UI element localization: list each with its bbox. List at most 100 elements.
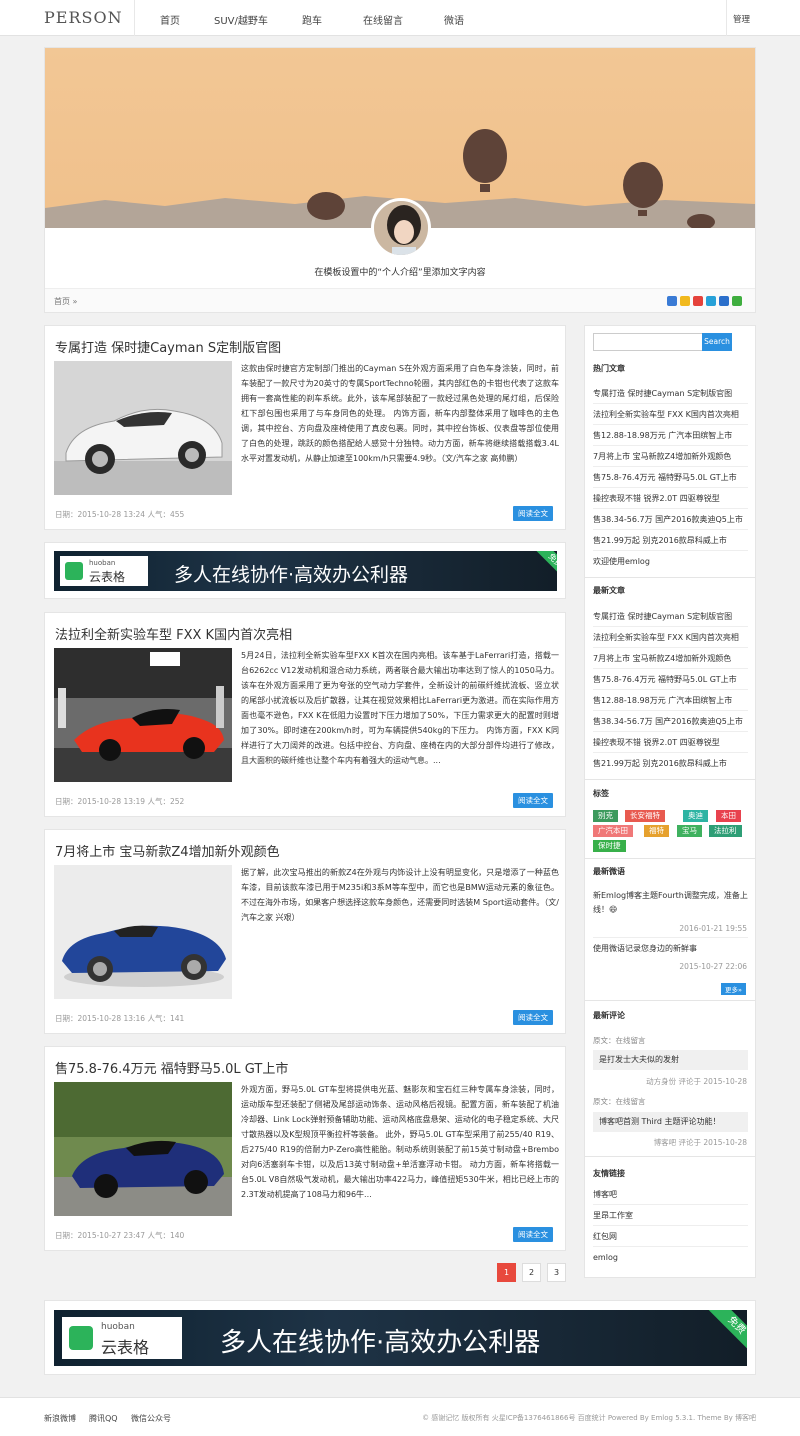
list-item[interactable]: 博客吧	[593, 1184, 748, 1205]
avatar[interactable]	[371, 198, 431, 258]
ad-banner[interactable]: huoban 云表格 多人在线协作·高效办公利器 免费	[44, 542, 566, 599]
comment-source[interactable]: 原文：在线留言	[593, 1096, 646, 1107]
page-3-button[interactable]: 3	[547, 1263, 566, 1282]
nav-suv[interactable]: SUV/越野车	[214, 12, 268, 27]
share-plus-icon[interactable]	[667, 296, 677, 306]
tag[interactable]: 法拉利	[709, 825, 742, 837]
post-thumbnail[interactable]	[54, 1082, 232, 1216]
tag[interactable]: 奥迪	[683, 810, 708, 822]
site-logo[interactable]: PERSON	[44, 8, 123, 27]
list-item[interactable]: 专属打造 保时捷Cayman S定制版官图	[593, 383, 748, 404]
comment-source[interactable]: 原文：在线留言	[593, 1035, 646, 1046]
list-item[interactable]: 7月将上市 宝马新款Z4增加新外观颜色	[593, 446, 748, 467]
list-item[interactable]: 售38.34-56.7万 国产2016款奥迪Q5上市	[593, 711, 748, 732]
share-weibo-icon[interactable]	[693, 296, 703, 306]
post-excerpt: 据了解，此次宝马推出的新款Z4在外观与内饰设计上没有明显变化，只是增添了一种蓝色…	[241, 868, 559, 922]
post-title[interactable]: 专属打造 保时捷Cayman S定制版官图	[55, 337, 281, 356]
post-title[interactable]: 法拉利全新实验车型 FXX K国内首次亮相	[55, 624, 292, 643]
nav-divider	[726, 0, 727, 36]
footer-link-wechat[interactable]: 微信公众号	[131, 1413, 171, 1424]
list-item[interactable]: 售12.88-18.98万元 广汽本田缤智上市	[593, 690, 748, 711]
post-excerpt: 外观方面，野马5.0L GT车型将提供电光蓝、魅影灰和宝石红三种专属车身涂装，同…	[241, 1085, 559, 1199]
nav-divider	[134, 0, 135, 36]
nav-home[interactable]: 首页	[160, 12, 180, 27]
post-card: 法拉利全新实验车型 FXX K国内首次亮相 5月24日，法拉利全新实验车型FXX…	[44, 612, 566, 817]
list-item[interactable]: 售75.8-76.4万元 福特野马5.0L GT上市	[593, 467, 748, 488]
read-more-button[interactable]: 阅读全文	[513, 506, 553, 521]
twitter-item-text: 新Emlog博客主题Fourth调整完成，准备上线！😄	[593, 891, 748, 914]
tag[interactable]: 广汽本田	[593, 825, 633, 837]
read-more-button[interactable]: 阅读全文	[513, 1227, 553, 1242]
twitter-item-time: 2015-10-27 22:06	[679, 962, 747, 971]
tag[interactable]: 福特	[644, 825, 669, 837]
more-button[interactable]: 更多»	[721, 983, 746, 995]
list-item[interactable]: 售21.99万起 别克2016款昂科威上市	[593, 753, 748, 774]
tag[interactable]: 宝马	[677, 825, 702, 837]
nav-sportscar[interactable]: 跑车	[302, 12, 322, 27]
share-qzone-icon[interactable]	[706, 296, 716, 306]
post-meta: 日期：2015-10-28 13:24 人气：455	[55, 510, 185, 519]
footer-link-qq[interactable]: 腾讯QQ	[89, 1413, 118, 1424]
page-2-button[interactable]: 2	[522, 1263, 541, 1282]
post-thumbnail[interactable]	[54, 648, 232, 782]
cloud-icon	[65, 562, 83, 580]
post-thumbnail[interactable]	[54, 865, 232, 999]
ad-brand-en: huoban	[101, 1322, 135, 1332]
list-item[interactable]: 售38.34-56.7万 国产2016款奥迪Q5上市	[593, 509, 748, 530]
tag[interactable]: 长安福特	[625, 810, 665, 822]
share-star-icon[interactable]	[680, 296, 690, 306]
list-item[interactable]: 法拉利全新实验车型 FXX K国内首次亮相	[593, 627, 748, 648]
post-meta: 日期：2015-10-28 13:19 人气：252	[55, 797, 185, 806]
tag[interactable]: 本田	[716, 810, 741, 822]
comment-meta: 博客吧 评论于 2015-10-28	[653, 1138, 747, 1147]
post-excerpt: 5月24日，法拉利全新实验车型FXX K首次在国内亮相。该车基于LaFerrar…	[241, 651, 559, 765]
list-item[interactable]: 专属打造 保时捷Cayman S定制版官图	[593, 606, 748, 627]
list-item[interactable]: 红包网	[593, 1226, 748, 1247]
list-item[interactable]: 法拉利全新实验车型 FXX K国内首次亮相	[593, 404, 748, 425]
list-item[interactable]: 7月将上市 宝马新款Z4增加新外观颜色	[593, 648, 748, 669]
post-title[interactable]: 售75.8-76.4万元 福特野马5.0L GT上市	[55, 1058, 288, 1077]
admin-link[interactable]: 管理	[733, 13, 750, 25]
ad-image: huoban 云表格 多人在线协作·高效办公利器 免费	[54, 551, 557, 591]
post-meta: 日期：2015-10-28 13:16 人气：141	[55, 1014, 185, 1023]
share-tencent-icon[interactable]	[719, 296, 729, 306]
links-heading: 友情链接	[593, 1169, 625, 1178]
nav-guestbook[interactable]: 在线留言	[363, 12, 403, 27]
list-item[interactable]: 操控表现不错 锐界2.0T 四驱尊锐型	[593, 488, 748, 509]
nav-twitter[interactable]: 微语	[444, 12, 464, 27]
tags-heading: 标签	[593, 789, 609, 798]
read-more-button[interactable]: 阅读全文	[513, 793, 553, 808]
ad-logo: huoban 云表格	[62, 1317, 182, 1359]
cloud-icon	[69, 1326, 93, 1350]
share-wechat-icon[interactable]	[732, 296, 742, 306]
post-excerpt: 这款由保时捷官方定制部门推出的Cayman S在外观方面采用了白色车身涂装，同时…	[241, 364, 559, 463]
list-item[interactable]: emlog	[593, 1247, 748, 1268]
list-item[interactable]: 售75.8-76.4万元 福特野马5.0L GT上市	[593, 669, 748, 690]
list-item[interactable]: 里昂工作室	[593, 1205, 748, 1226]
list-item[interactable]: 售12.88-18.98万元 广汽本田缤智上市	[593, 425, 748, 446]
read-more-button[interactable]: 阅读全文	[513, 1010, 553, 1025]
list-item[interactable]: 欢迎使用emlog	[593, 551, 748, 572]
comment-text[interactable]: 博客吧首测 Third 主题评论功能！	[593, 1112, 748, 1132]
new-posts-heading: 最新文章	[593, 586, 625, 595]
ad-banner[interactable]: huoban 云表格 多人在线协作·高效办公利器 免费	[44, 1300, 756, 1375]
tag[interactable]: 别克	[593, 810, 618, 822]
list-item[interactable]: 操控表现不错 锐界2.0T 四驱尊锐型	[593, 732, 748, 753]
footer: 新浪微博 腾讯QQ 微信公众号 © 感谢记忆 版权所有 火星ICP备137646…	[0, 1397, 800, 1436]
divider	[585, 577, 755, 578]
tag[interactable]: 保时捷	[593, 840, 626, 852]
footer-link-weibo[interactable]: 新浪微博	[44, 1413, 76, 1424]
comment-text[interactable]: 是打发士大夫似的发射	[593, 1050, 748, 1070]
list-item[interactable]: 售21.99万起 别克2016款昂科威上市	[593, 530, 748, 551]
page-1-button[interactable]: 1	[497, 1263, 516, 1282]
post-title[interactable]: 7月将上市 宝马新款Z4增加新外观颜色	[55, 841, 280, 860]
search-button[interactable]: Search	[702, 333, 732, 351]
post-thumbnail[interactable]	[54, 361, 232, 495]
breadcrumb[interactable]: 首页 »	[54, 296, 77, 307]
post-card: 7月将上市 宝马新款Z4增加新外观颜色 据了解，此次宝马推出的新款Z4在外观与内…	[44, 829, 566, 1034]
post-card: 售75.8-76.4万元 福特野马5.0L GT上市 外观方面，野马5.0L G…	[44, 1046, 566, 1251]
copyright: © 感谢记忆 版权所有 火星ICP备1376461866号 百度统计 Power…	[422, 1414, 756, 1422]
new-posts-list: 专属打造 保时捷Cayman S定制版官图 法拉利全新实验车型 FXX K国内首…	[593, 606, 748, 774]
search-input[interactable]	[593, 333, 703, 351]
hot-posts-heading: 热门文章	[593, 364, 625, 373]
